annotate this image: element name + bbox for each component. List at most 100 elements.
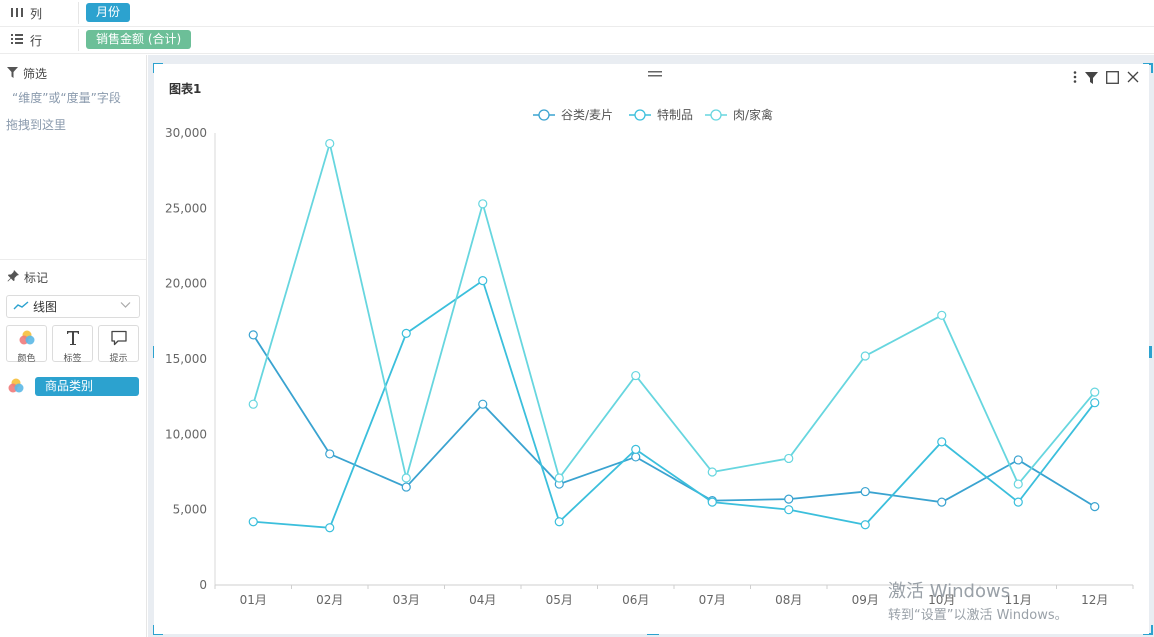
y-tick-label: 25,000 — [165, 201, 207, 215]
tooltip-mark-button[interactable]: 提示 — [98, 325, 139, 364]
tooltip-icon — [110, 329, 128, 350]
filter-title: 筛选 — [7, 65, 47, 82]
columns-field-pill[interactable]: 月份 — [86, 3, 131, 22]
data-point — [401, 328, 411, 338]
filter-title-text: 筛选 — [23, 67, 48, 81]
y-tick-label: 20,000 — [165, 277, 207, 291]
color-mark-label: 颜色 — [17, 354, 36, 364]
shelf-divider — [78, 29, 79, 51]
data-point — [937, 437, 947, 447]
panel-divider — [0, 259, 146, 260]
legend-label: 特制品 — [657, 107, 693, 122]
rows-shelf-label: 行 — [10, 32, 42, 49]
x-tick-label: 08月 — [775, 593, 802, 607]
x-tick-label: 12月 — [1081, 593, 1108, 607]
x-tick-label: 09月 — [852, 593, 879, 607]
data-point — [1090, 387, 1100, 397]
data-point — [248, 330, 258, 340]
filter-funnel-icon — [7, 66, 18, 81]
x-tick-label: 03月 — [393, 593, 420, 607]
color-icon — [18, 329, 36, 350]
data-point — [554, 473, 564, 483]
legend-label: 肉/家禽 — [733, 107, 773, 122]
watermark-line1: 激活 Windows — [888, 581, 1011, 602]
left-panel: 筛选 “维度”或“度量”字段 拖拽到这里 标记 线图 颜色 标签 提示 商品类别 — [0, 55, 147, 637]
data-point — [478, 199, 488, 209]
rows-label-text: 行 — [30, 34, 43, 48]
label-mark-button[interactable]: 标签 — [52, 325, 93, 364]
columns-icon — [10, 6, 24, 21]
y-tick-label: 5,000 — [173, 503, 207, 517]
series-line-2 — [253, 279, 1096, 529]
series-line-3 — [252, 139, 1096, 486]
filter-drop-hint-line2[interactable]: 拖拽到这里 — [6, 116, 66, 133]
pin-icon — [7, 270, 19, 285]
color-field-pill[interactable]: 商品类别 — [35, 377, 139, 396]
line-chart-icon — [13, 300, 29, 314]
marks-title: 标记 — [7, 269, 48, 286]
label-mark-label: 标签 — [63, 354, 82, 364]
data-point — [248, 399, 258, 409]
data-point — [860, 486, 870, 497]
shelf-divider — [78, 2, 79, 24]
data-point — [631, 444, 641, 454]
x-tick-label: 01月 — [240, 593, 267, 607]
data-point — [784, 494, 794, 504]
data-point — [707, 467, 717, 477]
y-tick-label: 0 — [199, 578, 207, 592]
x-tick-label: 05月 — [546, 593, 573, 607]
watermark-line2: 转到“设置”以激活 Windows。 — [888, 608, 1068, 623]
resize-handle-right[interactable] — [1149, 346, 1152, 358]
x-tick-label: 02月 — [316, 593, 343, 607]
data-point — [1090, 398, 1100, 408]
legend-label: 谷类/麦片 — [561, 108, 613, 122]
rows-shelf: 行 销售金额 (合计) — [0, 27, 1154, 54]
y-tick-label: 15,000 — [165, 352, 207, 366]
data-point — [860, 520, 870, 530]
columns-shelf: 列 月份 — [0, 0, 1154, 27]
data-point — [325, 138, 335, 149]
data-point — [1013, 479, 1023, 489]
rows-field-pill[interactable]: 销售金额 (合计) — [86, 30, 192, 49]
color-mark-button[interactable]: 颜色 — [6, 325, 47, 364]
x-tick-label: 06月 — [622, 593, 649, 607]
tooltip-mark-label: 提示 — [109, 354, 128, 364]
rows-icon — [10, 33, 24, 48]
data-point — [401, 473, 411, 483]
chart-card[interactable]: 图表1 0 5,000 10,000 15,000 20,000 25,000 30,000… — [154, 64, 1149, 634]
data-point — [478, 399, 488, 409]
data-point — [631, 370, 641, 381]
data-point — [937, 310, 947, 320]
columns-label-text: 列 — [30, 7, 43, 21]
color-field-icon — [7, 377, 25, 398]
x-tick-label: 07月 — [699, 593, 726, 607]
mark-type-value: 线图 — [33, 300, 58, 314]
text-icon — [64, 329, 82, 350]
mark-type-select[interactable]: 线图 — [6, 295, 140, 318]
legend-marker — [710, 109, 722, 121]
data-point — [401, 482, 411, 492]
data-point — [631, 452, 641, 462]
data-point — [325, 523, 335, 533]
data-point — [1013, 455, 1023, 465]
data-point — [860, 351, 870, 361]
columns-shelf-label: 列 — [10, 5, 42, 22]
x-tick-label: 04月 — [469, 593, 496, 607]
y-tick-label: 10,000 — [165, 427, 207, 441]
chevron-down-icon — [120, 299, 131, 313]
data-point — [554, 517, 564, 527]
data-point — [1090, 502, 1100, 512]
data-point — [478, 276, 488, 286]
data-point — [1013, 497, 1023, 507]
data-point — [325, 449, 335, 459]
data-point — [707, 497, 717, 507]
data-point — [937, 497, 947, 507]
data-point — [784, 505, 794, 515]
legend-marker — [634, 109, 646, 121]
filter-drop-hint-line1: “维度”或“度量”字段 — [12, 91, 121, 105]
legend-marker — [538, 109, 550, 121]
data-point — [784, 453, 794, 464]
windows-activation-watermark: 激活 Windows 转到“设置”以激活 Windows。 — [888, 577, 1068, 623]
y-tick-label: 30,000 — [165, 126, 207, 140]
line-chart: 0 5,000 10,000 15,000 20,000 25,000 30,000 01月 0… — [165, 107, 1134, 607]
